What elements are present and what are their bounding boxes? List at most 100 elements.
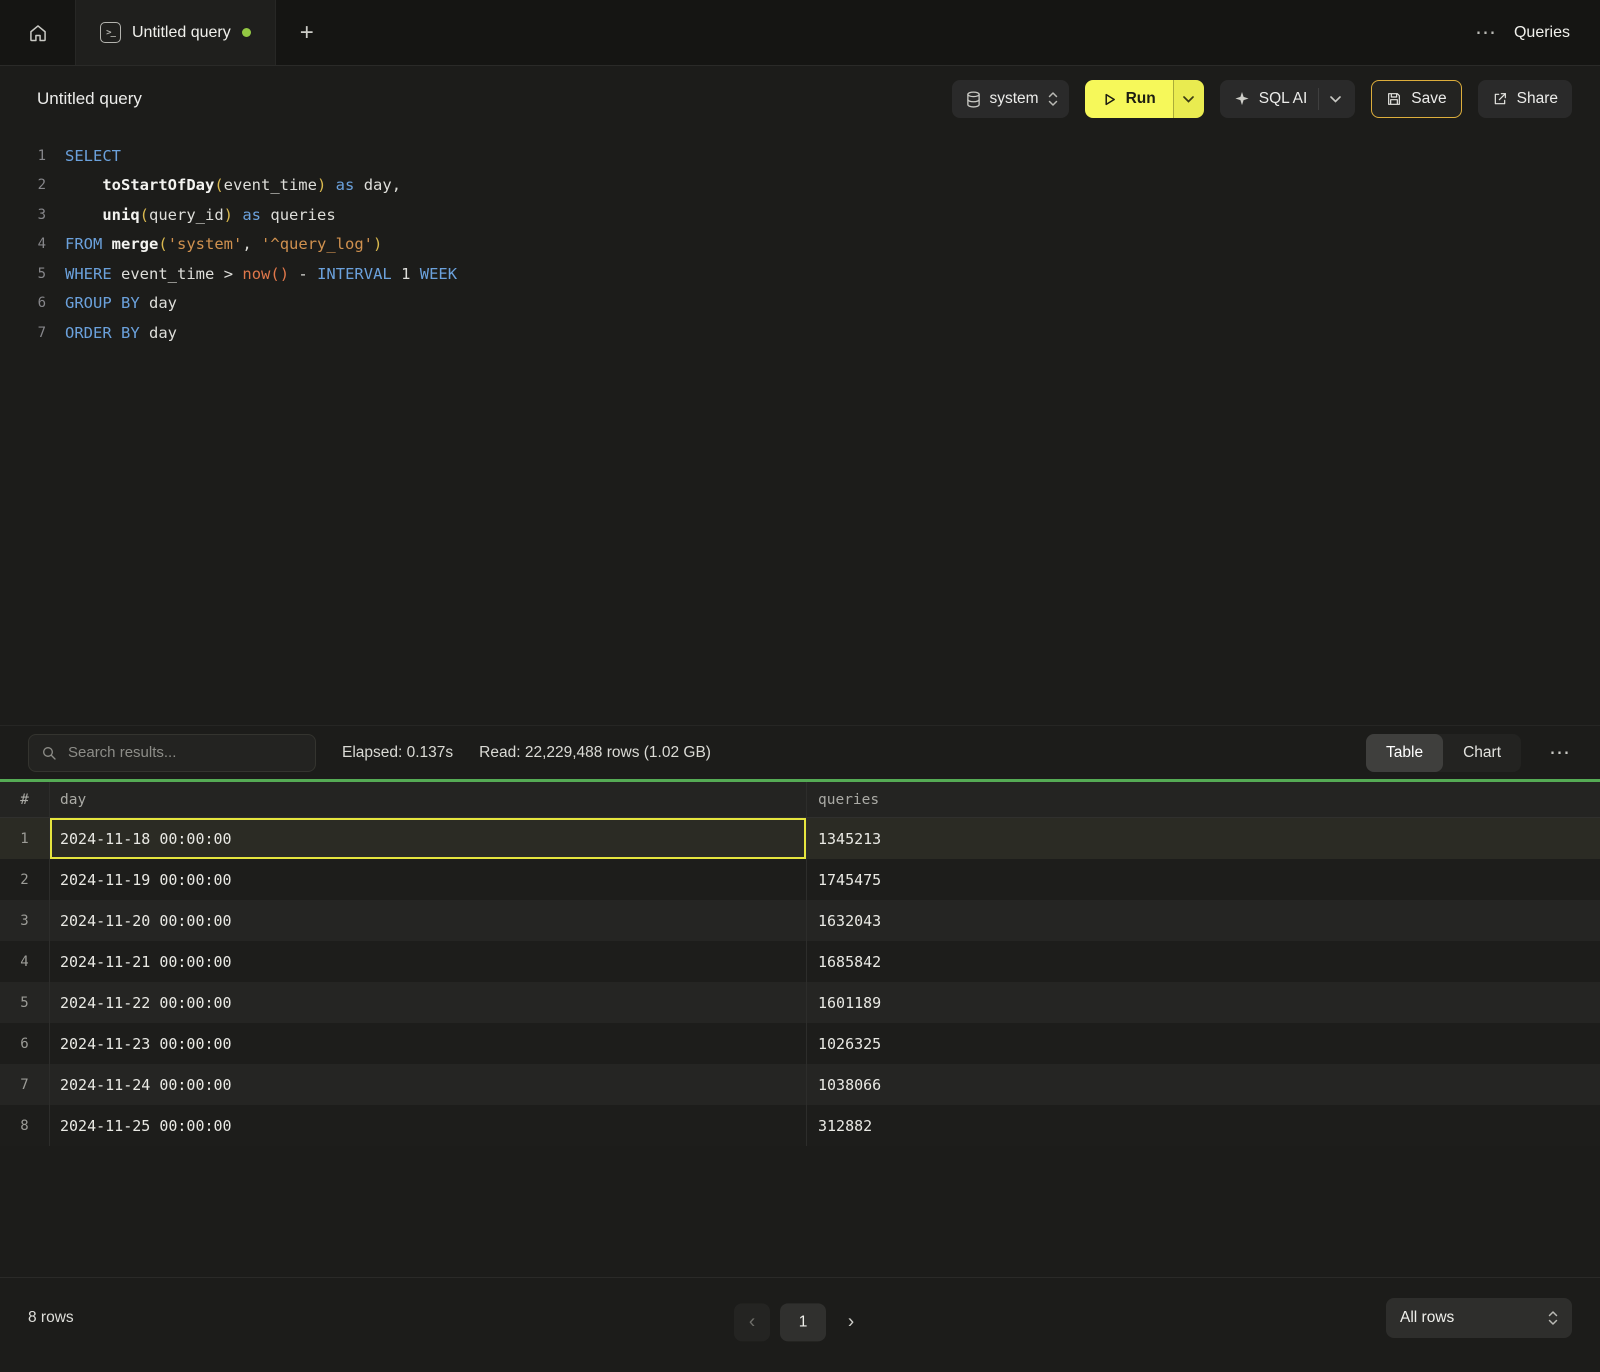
column-header-day[interactable]: day [50, 782, 807, 817]
line-code[interactable]: ORDER BY day [46, 324, 177, 342]
rows-per-page-select[interactable]: All rows [1386, 1298, 1572, 1338]
queries-button[interactable]: Queries [1514, 24, 1570, 42]
tab-bar-right: ⋯ Queries [1475, 0, 1600, 65]
line-number: 7 [0, 325, 46, 341]
queries-cell[interactable]: 312882 [807, 1105, 1600, 1146]
tab-overflow-button[interactable]: ⋯ [1475, 22, 1496, 43]
line-number: 1 [0, 148, 46, 164]
sql-ai-dropdown[interactable] [1318, 88, 1341, 110]
editor-line: 3 uniq(query_id) as queries [0, 200, 1600, 230]
table-row: 52024-11-22 00:00:001601189 [0, 982, 1600, 1023]
table-body: 12024-11-18 00:00:00134521322024-11-19 0… [0, 818, 1600, 1146]
current-page-button[interactable]: 1 [780, 1303, 826, 1341]
save-icon [1386, 91, 1402, 107]
run-button-label: Run [1126, 90, 1156, 108]
results-menu-button[interactable]: ⋯ [1547, 742, 1572, 763]
page-title: Untitled query [37, 89, 142, 109]
day-cell[interactable]: 2024-11-18 00:00:00 [50, 818, 807, 859]
line-code[interactable]: WHERE event_time > now() - INTERVAL 1 WE… [46, 265, 457, 283]
row-number-cell: 3 [0, 900, 50, 941]
editor-line: 2 toStartOfDay(event_time) as day, [0, 171, 1600, 201]
row-count: 8 rows [28, 1309, 74, 1327]
row-number-cell: 7 [0, 1064, 50, 1105]
column-header-queries[interactable]: queries [807, 782, 1600, 817]
search-results-input[interactable] [66, 743, 303, 762]
run-button[interactable]: Run [1085, 80, 1173, 118]
view-toggle: Table Chart [1366, 734, 1521, 772]
play-icon [1102, 92, 1117, 107]
queries-cell[interactable]: 1745475 [807, 859, 1600, 900]
day-cell[interactable]: 2024-11-21 00:00:00 [50, 941, 807, 982]
table-row: 42024-11-21 00:00:001685842 [0, 941, 1600, 982]
tab-untitled-query[interactable]: >_ Untitled query [76, 0, 276, 65]
table-row: 62024-11-23 00:00:001026325 [0, 1023, 1600, 1064]
day-cell[interactable]: 2024-11-19 00:00:00 [50, 859, 807, 900]
day-cell[interactable]: 2024-11-25 00:00:00 [50, 1105, 807, 1146]
day-cell[interactable]: 2024-11-20 00:00:00 [50, 900, 807, 941]
chevron-down-icon [1330, 96, 1341, 103]
editor-line: 6GROUP BY day [0, 289, 1600, 319]
row-number-cell: 2 [0, 859, 50, 900]
queries-cell[interactable]: 1685842 [807, 941, 1600, 982]
search-icon [41, 745, 57, 761]
terminal-icon: >_ [100, 22, 121, 43]
editor-line: 1SELECT [0, 141, 1600, 171]
home-icon [28, 23, 48, 43]
line-code[interactable]: toStartOfDay(event_time) as day, [46, 176, 401, 194]
database-selector-value: system [990, 90, 1039, 108]
read-stats: Read: 22,229,488 rows (1.02 GB) [479, 744, 711, 762]
line-code[interactable]: FROM merge('system', '^query_log') [46, 235, 382, 253]
database-icon [966, 91, 981, 108]
tab-bar: >_ Untitled query + ⋯ Queries [0, 0, 1600, 66]
table-row: 32024-11-20 00:00:001632043 [0, 900, 1600, 941]
day-cell[interactable]: 2024-11-23 00:00:00 [50, 1023, 807, 1064]
share-button-label: Share [1517, 90, 1558, 108]
editor-line: 5WHERE event_time > now() - INTERVAL 1 W… [0, 259, 1600, 289]
day-cell[interactable]: 2024-11-22 00:00:00 [50, 982, 807, 1023]
new-tab-button[interactable]: + [276, 0, 338, 65]
previous-page-button[interactable]: ‹ [734, 1303, 770, 1341]
row-number-cell: 4 [0, 941, 50, 982]
line-code[interactable]: GROUP BY day [46, 294, 177, 312]
save-button[interactable]: Save [1371, 80, 1461, 118]
line-code[interactable]: uniq(query_id) as queries [46, 206, 336, 224]
next-page-button[interactable]: › [836, 1303, 866, 1341]
line-number: 3 [0, 207, 46, 223]
database-selector[interactable]: system [952, 80, 1069, 118]
unsaved-indicator-dot [242, 28, 251, 37]
view-toggle-chart[interactable]: Chart [1443, 734, 1521, 772]
share-button[interactable]: Share [1478, 80, 1572, 118]
line-code[interactable]: SELECT [46, 147, 121, 165]
line-number: 6 [0, 295, 46, 311]
queries-cell[interactable]: 1345213 [807, 818, 1600, 859]
row-number-cell: 6 [0, 1023, 50, 1064]
results-empty-area [0, 1146, 1600, 1277]
query-toolbar: Untitled query system Run [0, 66, 1600, 132]
sort-chevrons-icon [1548, 1310, 1558, 1326]
run-button-group: Run [1085, 80, 1204, 118]
share-icon [1492, 91, 1508, 107]
sort-chevrons-icon [1048, 91, 1058, 107]
editor-line: 4FROM merge('system', '^query_log') [0, 230, 1600, 260]
table-row: 22024-11-19 00:00:001745475 [0, 859, 1600, 900]
line-number: 2 [0, 177, 46, 193]
sql-ai-label: SQL AI [1259, 90, 1308, 108]
sql-editor[interactable]: 1SELECT2 toStartOfDay(event_time) as day… [0, 132, 1600, 725]
queries-cell[interactable]: 1026325 [807, 1023, 1600, 1064]
row-number-cell: 8 [0, 1105, 50, 1146]
sql-ai-button[interactable]: SQL AI [1220, 80, 1356, 118]
results-footer: 8 rows ‹ 1 › All rows [0, 1277, 1600, 1372]
view-toggle-table[interactable]: Table [1366, 734, 1443, 772]
queries-cell[interactable]: 1632043 [807, 900, 1600, 941]
queries-cell[interactable]: 1038066 [807, 1064, 1600, 1105]
sql-console: >_ Untitled query + ⋯ Queries Untitled q… [0, 0, 1600, 1372]
run-options-dropdown[interactable] [1173, 80, 1204, 118]
column-header-index: # [0, 782, 50, 817]
queries-cell[interactable]: 1601189 [807, 982, 1600, 1023]
home-button[interactable] [0, 0, 76, 65]
line-number: 4 [0, 236, 46, 252]
rows-per-page-value: All rows [1400, 1309, 1454, 1327]
day-cell[interactable]: 2024-11-24 00:00:00 [50, 1064, 807, 1105]
table-row: 72024-11-24 00:00:001038066 [0, 1064, 1600, 1105]
editor-lines: 1SELECT2 toStartOfDay(event_time) as day… [0, 141, 1600, 348]
